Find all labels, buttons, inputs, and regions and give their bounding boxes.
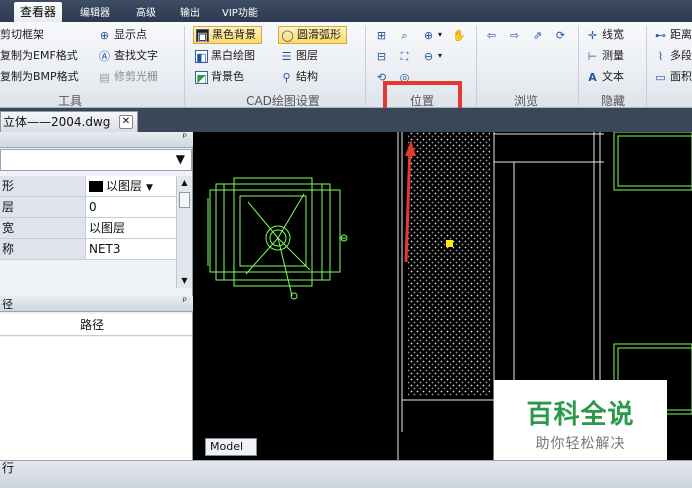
trim-raster-button[interactable]: ▤ 修剪光栅 (98, 68, 158, 86)
left-panel: ᵖ ▼ 形 以图层 ▼ 层 0 宽 以图层 称 NET3 ▲ ▼ 径ᵖ 路径 (0, 132, 193, 460)
document-tab[interactable]: 立体——2004.dwg ✕ (0, 111, 138, 132)
measure-toggle[interactable]: ⊢ 测量 (586, 47, 624, 65)
close-icon[interactable]: ✕ (119, 115, 133, 129)
file-list[interactable] (0, 337, 192, 460)
bgcolor-icon: ◩ (195, 70, 208, 85)
menu-bar: 查看器 编辑器 高级 输出 VIP功能 (0, 0, 692, 22)
fit-button[interactable]: ⌕ (398, 26, 411, 44)
zoom-in-button[interactable]: ⊕ ▾ (422, 26, 442, 44)
find-icon: Ⓐ (99, 49, 110, 63)
background-color-button[interactable]: ◩ 背景色 (195, 68, 244, 86)
chair-drawing (207, 177, 348, 300)
area-icon: ▭ (655, 70, 666, 84)
smooth-arc-toggle[interactable]: ◯ 圆滑弧形 (278, 26, 347, 44)
document-tab-bar: 立体——2004.dwg ✕ (0, 108, 692, 132)
arrow-right-icon: ⇨ (509, 28, 520, 42)
refresh-icon: ⟳ (555, 28, 566, 42)
group-label-tools: 工具 (57, 94, 82, 108)
group-label-browse: 浏览 (513, 94, 538, 108)
properties-scrollbar[interactable]: ▲ ▼ (176, 176, 192, 288)
chevron-down-icon[interactable]: ▼ (146, 183, 153, 193)
pin-icon[interactable]: ᵖ (183, 296, 187, 307)
arc-icon: ◯ (281, 28, 294, 42)
distance-icon: ⊷ (655, 28, 666, 42)
area-button[interactable]: ▭ 面积 (654, 68, 692, 86)
structure-icon: ⚲ (282, 70, 291, 84)
scroll-up-icon[interactable]: ▲ (177, 176, 192, 190)
property-row[interactable]: 层 0 (0, 197, 176, 218)
property-row[interactable]: 宽 以图层 (0, 218, 176, 239)
text-toggle[interactable]: A 文本 (586, 68, 624, 86)
ruler-icon: ⊢ (587, 49, 598, 63)
properties-grid: 形 以图层 ▼ 层 0 宽 以图层 称 NET3 (0, 176, 176, 260)
watermark-logo: 百科全说 助你轻松解决 (494, 380, 667, 460)
color-swatch (89, 181, 103, 192)
menu-tab-vip[interactable]: VIP功能 (222, 4, 258, 19)
crosshair-icon: ⊕ (99, 28, 110, 42)
move-bl-button[interactable]: ⊟ (375, 47, 388, 65)
black-background-toggle[interactable]: ▣ 黑色背景 (193, 26, 262, 44)
zoom-rect-icon: ⌕ (401, 28, 408, 42)
polyline-icon: ⌇ (657, 49, 664, 63)
grid-icon: ⊟ (376, 49, 387, 63)
property-row[interactable]: 称 NET3 (0, 239, 176, 260)
pan-button[interactable]: ✋ (452, 26, 466, 44)
raster-icon: ▤ (99, 70, 110, 84)
move-icon: ⊞ (376, 28, 387, 42)
prev-view-button[interactable]: ⇦ (485, 26, 498, 44)
structure-button[interactable]: ⚲ 结构 (280, 68, 318, 86)
model-tab[interactable]: Model (205, 438, 257, 456)
property-row[interactable]: 形 以图层 ▼ (0, 176, 176, 197)
layers-button[interactable]: ☰ 图层 (280, 47, 318, 65)
copy-bmp-button[interactable]: 复制为BMP格式 (0, 68, 79, 86)
distance-button[interactable]: ⊷ 距离 (654, 26, 692, 44)
copy-emf-button[interactable]: 复制为EMF格式 (0, 47, 78, 65)
cut-frame-button[interactable]: 剪切框架 (0, 26, 44, 44)
zoom-out-button[interactable]: ⊖ ▾ (422, 47, 442, 65)
chevron-down-icon: ▾ (438, 30, 443, 39)
polyline-button[interactable]: ⌇ 多段 (654, 47, 692, 65)
scroll-down-icon[interactable]: ▼ (177, 274, 192, 288)
menu-tab-editor[interactable]: 编辑器 (80, 4, 110, 19)
refresh-view-button[interactable]: ⟳ (554, 26, 567, 44)
chevron-down-icon: ▼ (175, 152, 185, 166)
scroll-thumb[interactable] (179, 192, 190, 208)
black-bg-icon: ▣ (196, 28, 209, 43)
export-icon: ⇗ (532, 28, 543, 42)
show-points-button[interactable]: ⊕ 显示点 (98, 26, 147, 44)
chevron-down-icon: ▾ (438, 51, 443, 60)
zoom-in-icon: ⊕ (423, 28, 434, 42)
object-selector-dropdown[interactable]: ▼ (0, 149, 192, 171)
open-view-button[interactable]: ⇗ (531, 26, 544, 44)
file-list-panel-header: 径ᵖ (0, 296, 193, 312)
status-bar: 行 (0, 460, 692, 488)
layers-icon: ☰ (281, 49, 292, 63)
move-tl-button[interactable]: ⊞ (375, 26, 388, 44)
arrow-left-icon: ⇦ (486, 28, 497, 42)
next-view-button[interactable]: ⇨ (508, 26, 521, 44)
group-label-hide: 隐藏 (600, 94, 625, 108)
hand-icon: ✋ (452, 28, 466, 42)
pin-icon[interactable]: ᵖ (183, 132, 187, 143)
bw-drawing-button[interactable]: ◧ 黑白绘图 (195, 47, 255, 65)
fit-window-button[interactable]: ⛶ (398, 47, 411, 65)
plus-icon: ✛ (587, 28, 598, 42)
line-width-toggle[interactable]: ✛ 线宽 (586, 26, 624, 44)
menu-tab-output[interactable]: 输出 (180, 4, 200, 19)
group-label-cad: CAD绘图设置 (246, 94, 320, 108)
ribbon: 剪切框架 复制为EMF格式 复制为BMP格式 ⊕ 显示点 Ⓐ 查找文字 ▤ 修剪光栅 … (0, 22, 692, 108)
find-text-button[interactable]: Ⓐ 查找文字 (98, 47, 158, 65)
fit-window-icon: ⛶ (400, 49, 409, 63)
bw-icon: ◧ (195, 49, 208, 64)
text-icon: A (588, 70, 597, 84)
properties-panel-header: ᵖ (0, 132, 193, 148)
menu-tab-advanced[interactable]: 高级 (136, 4, 156, 19)
menu-tab-viewer[interactable]: 查看器 (14, 2, 63, 22)
file-list-header[interactable]: 路径 (0, 314, 192, 336)
zoom-out-icon: ⊖ (423, 49, 434, 63)
